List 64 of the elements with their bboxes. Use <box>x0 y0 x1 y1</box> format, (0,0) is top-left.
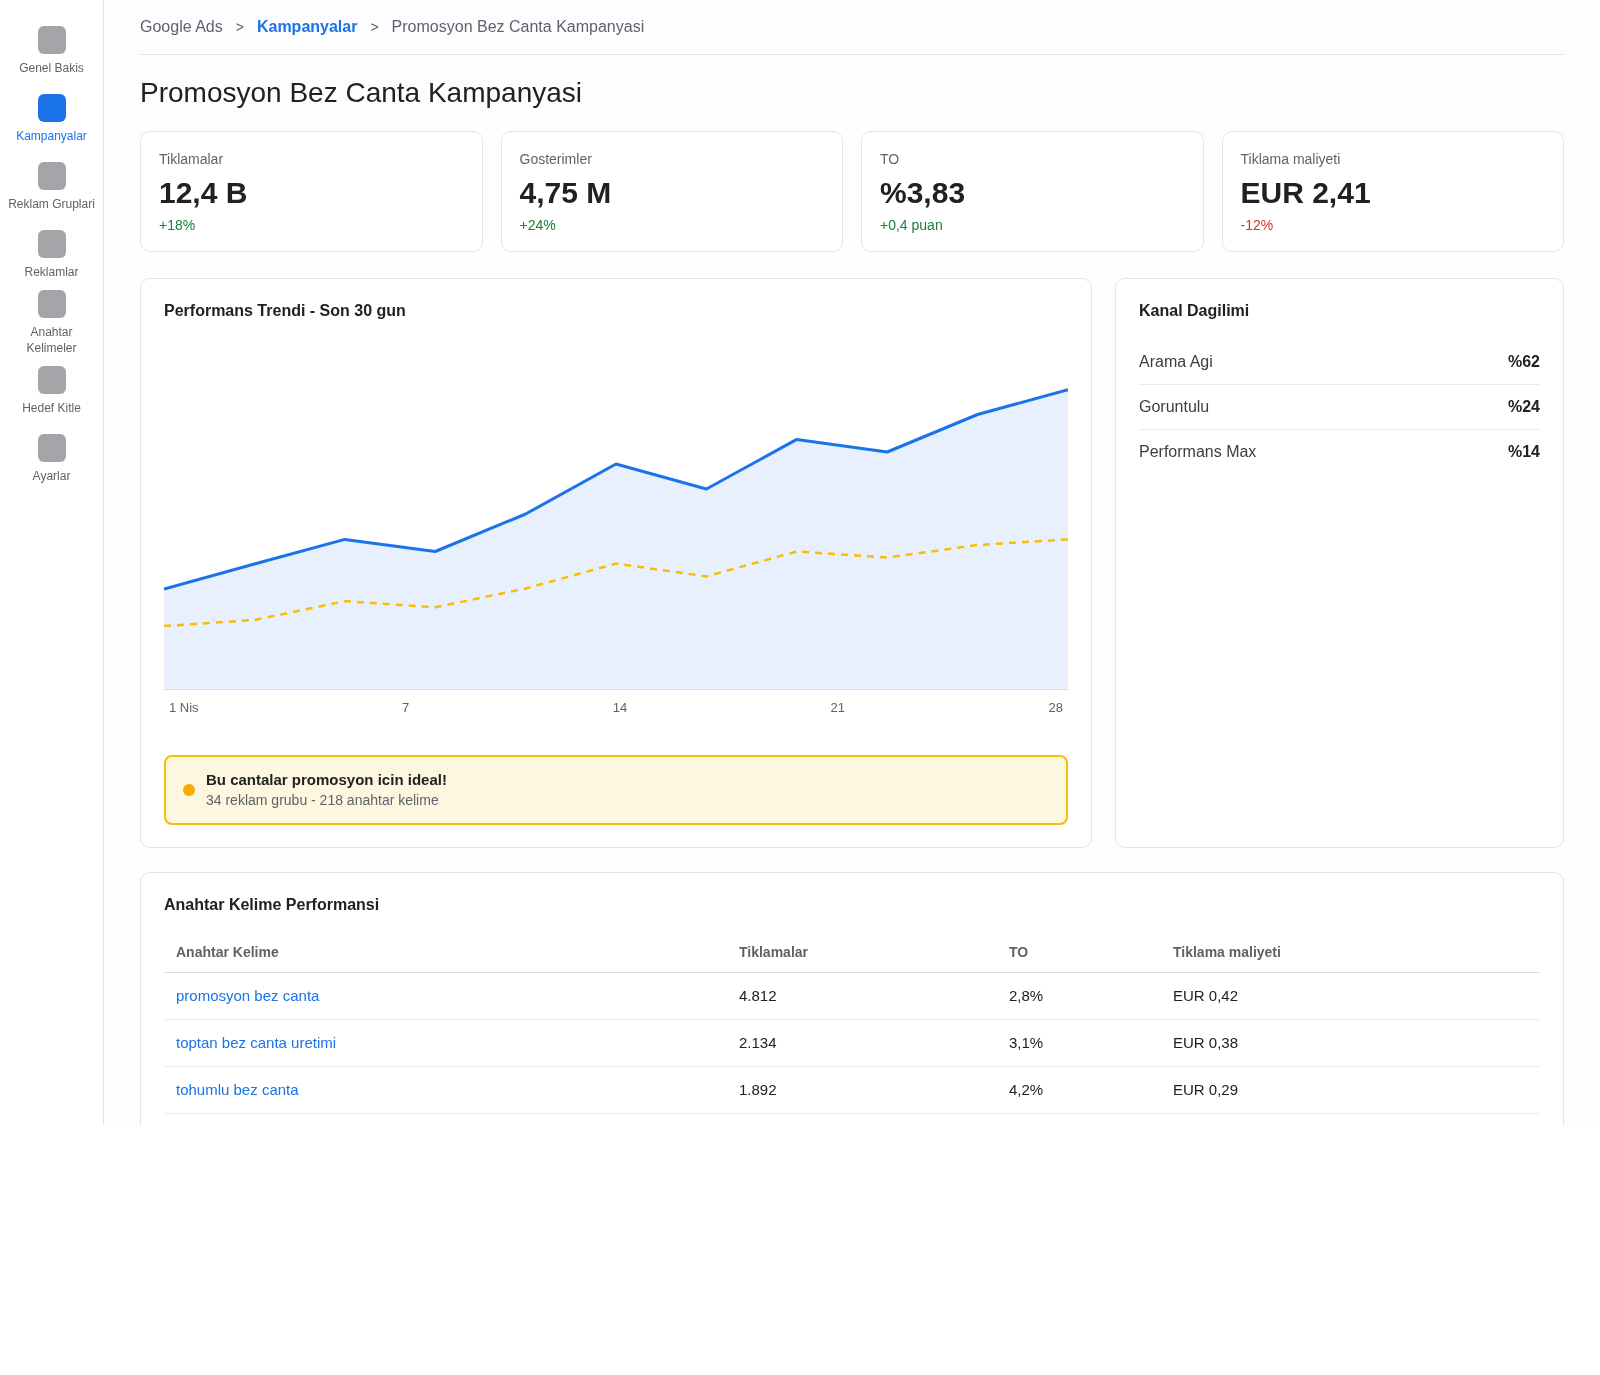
square-icon <box>37 94 66 122</box>
nav-item[interactable]: Reklamlar <box>1 221 102 289</box>
notice-title: Bu cantalar promosyon icin ideal! <box>206 770 447 790</box>
breadcrumb-item: Google Ads <box>140 17 223 37</box>
nav-item[interactable]: Reklam Gruplari <box>1 153 102 221</box>
stat-change: +0,4 puan <box>880 216 943 235</box>
table-cell: EUR 0,29 <box>1173 1081 1239 1098</box>
column-header: Tiklama maliyeti <box>1173 944 1281 960</box>
table-cell: EUR 0,38 <box>1173 1034 1239 1051</box>
square-icon <box>37 230 66 258</box>
nav-item[interactable]: Anahtar Kelimeler <box>1 289 102 357</box>
nav-item[interactable]: Kampanyalar <box>1 85 102 153</box>
table-cell: 2.134 <box>739 1034 777 1051</box>
stat-value: 12,4 B <box>159 175 248 211</box>
stat-label: Gosterimler <box>519 150 592 169</box>
table-cell: 2,8% <box>1009 987 1044 1004</box>
notice-text: 34 reklam grubu - 218 anahtar kelime <box>206 791 439 810</box>
page-title: Promosyon Bez Canta Kampanyasi <box>140 76 582 110</box>
table-cell: 3,1% <box>1009 1034 1044 1051</box>
axis-label: 28 <box>1048 699 1063 717</box>
square-icon <box>37 26 66 54</box>
axis-label: 21 <box>830 699 846 717</box>
channel-name: Goruntulu <box>1139 397 1210 417</box>
square-icon <box>37 162 66 190</box>
card-title: Kanal Dagilimi <box>1139 301 1250 321</box>
table-cell: 1.892 <box>739 1081 777 1098</box>
nav-item[interactable]: Genel Bakis <box>1 17 102 85</box>
stat-change: +24% <box>519 216 556 235</box>
nav-item[interactable]: Ayarlar <box>1 425 102 493</box>
stat-value: %3,83 <box>880 175 966 211</box>
channel-name: Arama Agi <box>1139 352 1213 372</box>
card-title: Performans Trendi - Son 30 gun <box>164 301 406 321</box>
channel-share: %14 <box>1507 442 1540 462</box>
keyword-link[interactable]: tohumlu bez canta <box>176 1081 299 1098</box>
keyword-link[interactable]: toptan bez canta uretimi <box>176 1034 337 1051</box>
stat-label: Tiklama maliyeti <box>1240 150 1341 169</box>
axis-label: 1 Nis <box>169 699 199 717</box>
square-icon <box>37 434 66 462</box>
axis-label: 14 <box>612 699 628 717</box>
stat-value: EUR 2,41 <box>1240 175 1371 211</box>
channel-share: %24 <box>1507 397 1540 417</box>
column-header: Anahtar Kelime <box>176 944 279 960</box>
stat-change: -12% <box>1240 216 1274 235</box>
nav-item[interactable]: Hedef Kitle <box>1 357 102 425</box>
column-header: Tiklamalar <box>739 944 808 960</box>
square-icon <box>37 290 66 318</box>
stat-label: TO <box>880 150 900 169</box>
stat-label: Tiklamalar <box>159 150 224 169</box>
square-icon <box>37 366 66 394</box>
breadcrumb-separator: > <box>235 18 244 37</box>
breadcrumb-separator: > <box>370 18 379 37</box>
keyword-link[interactable]: promosyon bez canta <box>176 987 320 1004</box>
table-cell: 4,2% <box>1009 1081 1044 1098</box>
stat-change: +18% <box>159 216 196 235</box>
channel-name: Performans Max <box>1139 442 1257 462</box>
table-cell: EUR 0,42 <box>1173 987 1239 1004</box>
stat-value: 4,75 M <box>519 175 612 211</box>
breadcrumb-link[interactable]: Kampanyalar <box>256 15 358 39</box>
channel-share: %62 <box>1507 352 1540 372</box>
card-title: Anahtar Kelime Performansi <box>164 895 380 915</box>
breadcrumb-item: Promosyon Bez Canta Kampanyasi <box>391 17 645 37</box>
table-cell: 4.812 <box>739 987 777 1004</box>
column-header: TO <box>1009 944 1029 960</box>
axis-label: 7 <box>402 699 410 717</box>
